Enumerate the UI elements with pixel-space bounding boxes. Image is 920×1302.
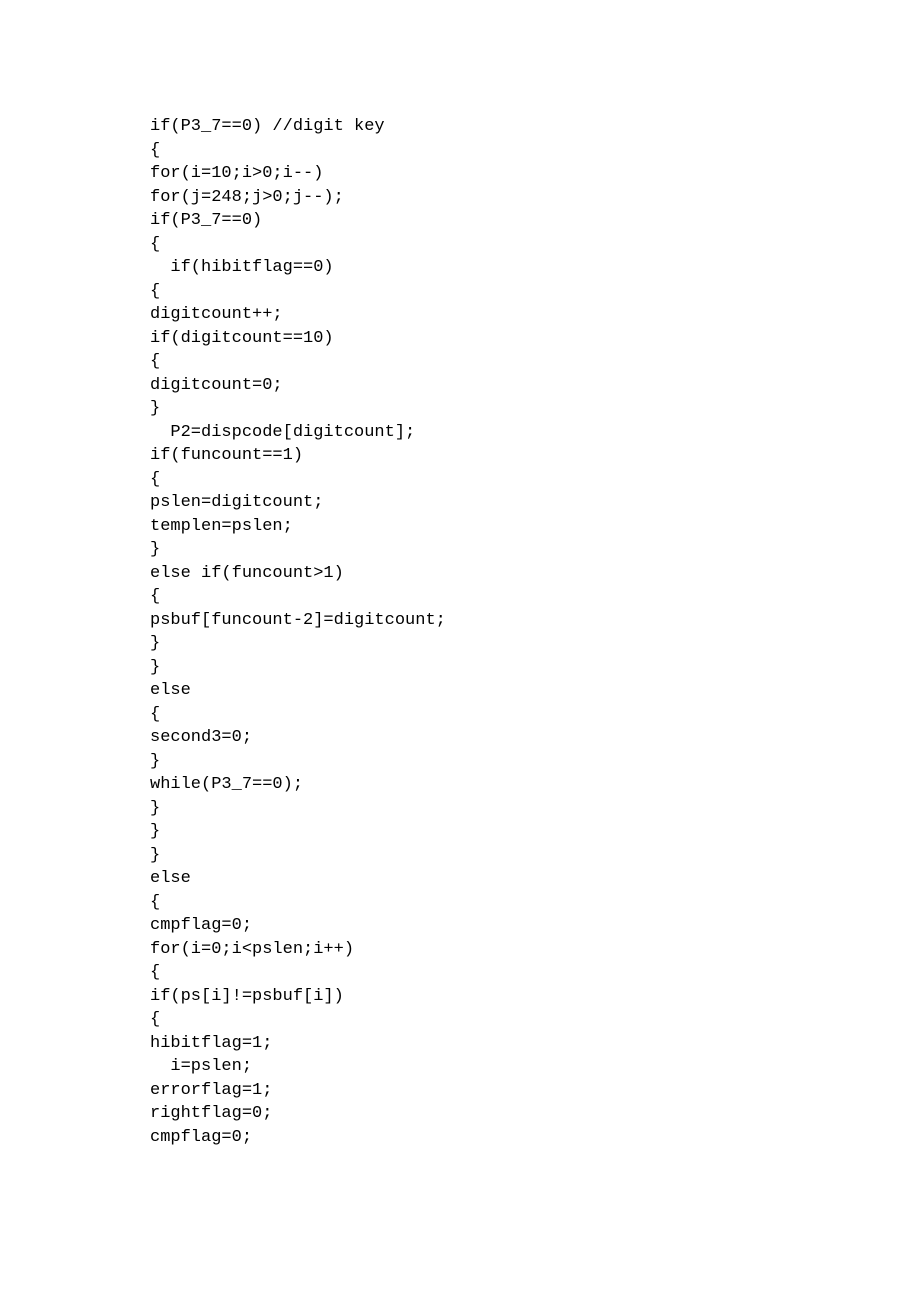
code-line: if(P3_7==0) — [150, 209, 840, 233]
code-line: i=pslen; — [150, 1055, 840, 1079]
code-line: { — [150, 350, 840, 374]
code-line: rightflag=0; — [150, 1102, 840, 1126]
code-line: { — [150, 468, 840, 492]
code-line: P2=dispcode[digitcount]; — [150, 421, 840, 445]
code-line: cmpflag=0; — [150, 914, 840, 938]
code-line: while(P3_7==0); — [150, 773, 840, 797]
code-line: templen=pslen; — [150, 515, 840, 539]
code-line: second3=0; — [150, 726, 840, 750]
code-line: { — [150, 1008, 840, 1032]
code-line: if(funcount==1) — [150, 444, 840, 468]
code-line: pslen=digitcount; — [150, 491, 840, 515]
code-line: digitcount=0; — [150, 374, 840, 398]
code-line: } — [150, 820, 840, 844]
code-line: { — [150, 280, 840, 304]
code-line: { — [150, 139, 840, 163]
code-line: if(ps[i]!=psbuf[i]) — [150, 985, 840, 1009]
code-line: } — [150, 797, 840, 821]
code-line: { — [150, 961, 840, 985]
code-line: for(i=10;i>0;i--) — [150, 162, 840, 186]
code-line: { — [150, 233, 840, 257]
code-line: else — [150, 679, 840, 703]
code-line: } — [150, 844, 840, 868]
code-line: digitcount++; — [150, 303, 840, 327]
code-line: psbuf[funcount-2]=digitcount; — [150, 609, 840, 633]
code-line: { — [150, 585, 840, 609]
code-line: cmpflag=0; — [150, 1126, 840, 1150]
code-line: if(digitcount==10) — [150, 327, 840, 351]
code-line: else if(funcount>1) — [150, 562, 840, 586]
code-line: } — [150, 397, 840, 421]
code-line: hibitflag=1; — [150, 1032, 840, 1056]
code-line: } — [150, 538, 840, 562]
code-line: for(j=248;j>0;j--); — [150, 186, 840, 210]
code-line: } — [150, 656, 840, 680]
code-line: } — [150, 750, 840, 774]
code-line: if(hibitflag==0) — [150, 256, 840, 280]
code-line: errorflag=1; — [150, 1079, 840, 1103]
code-line: { — [150, 891, 840, 915]
code-line: for(i=0;i<pslen;i++) — [150, 938, 840, 962]
code-page: if(P3_7==0) //digit key { for(i=10;i>0;i… — [0, 0, 920, 1149]
code-line: { — [150, 703, 840, 727]
code-line: if(P3_7==0) //digit key — [150, 115, 840, 139]
code-line: } — [150, 632, 840, 656]
code-line: else — [150, 867, 840, 891]
